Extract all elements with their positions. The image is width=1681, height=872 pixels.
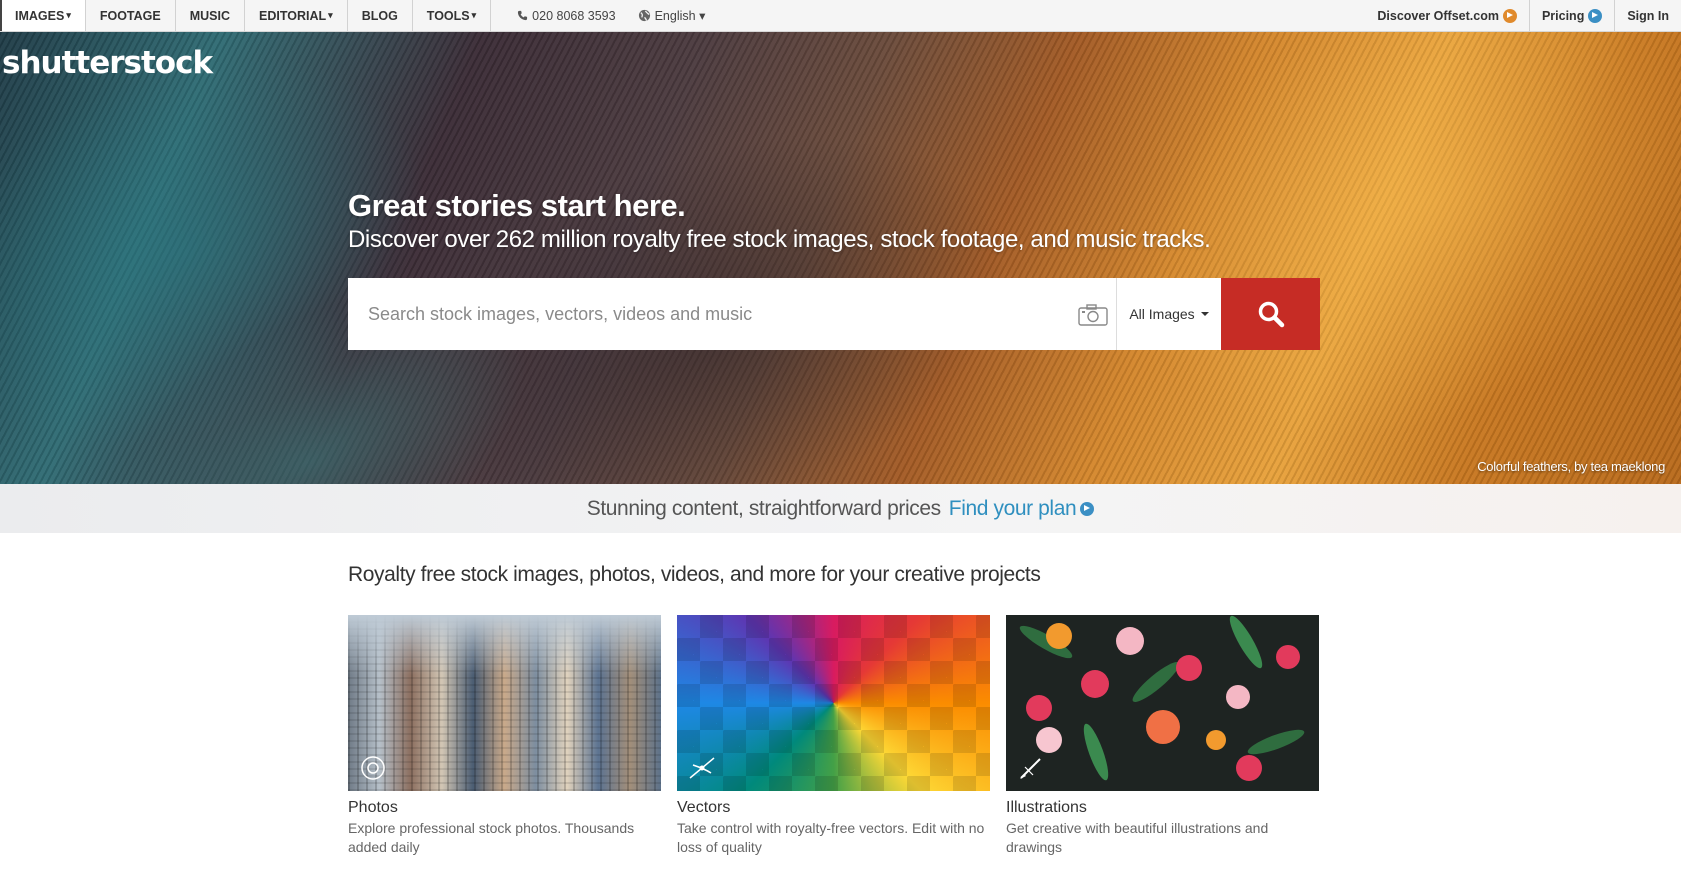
pricing-strip: Stunning content, straightforward prices… (0, 484, 1681, 533)
flower-decoration (1236, 755, 1262, 781)
nav-footage-label: FOOTAGE (99, 8, 161, 23)
search-input[interactable] (348, 278, 1116, 350)
flower-decoration (1116, 627, 1144, 655)
shutterstock-logo[interactable]: shutterstock (2, 45, 213, 81)
nav-blog-label: BLOG (361, 8, 398, 23)
nav-blog[interactable]: BLOG (348, 0, 413, 31)
language-label: English ▾ (654, 9, 706, 23)
nav-images[interactable]: IMAGES ▾ (0, 0, 86, 31)
photo-icon (361, 756, 385, 780)
card-title[interactable]: Photos (348, 799, 661, 817)
find-plan-label: Find your plan (948, 496, 1077, 520)
nav-images-label: IMAGES (15, 8, 65, 23)
nav-editorial-label: EDITORIAL (259, 8, 327, 23)
flower-decoration (1081, 670, 1109, 698)
phone-number[interactable]: 020 8068 3593 (491, 0, 625, 31)
pricing-link-label: Pricing (1541, 8, 1585, 23)
leaf-decoration (1224, 615, 1268, 672)
image-credit[interactable]: Colorful feathers, by tea maeklong (1477, 459, 1665, 474)
card-description: Take control with royalty-free vectors. … (677, 820, 985, 855)
globe-icon (638, 9, 650, 22)
nav-tools-label: TOOLS (426, 8, 470, 23)
pricing-strip-text: Stunning content, straightforward prices (586, 496, 941, 520)
flower-decoration (1036, 727, 1062, 753)
nav-editorial[interactable]: EDITORIAL ▾ (245, 0, 348, 31)
illustrations-thumbnail[interactable] (1006, 615, 1319, 791)
chevron-down-icon: ▾ (66, 10, 71, 20)
category-cards: Photos Explore professional stock photos… (348, 615, 1319, 857)
phone-label: 020 8068 3593 (532, 8, 616, 23)
nav-music[interactable]: MUSIC (176, 0, 246, 31)
top-nav: IMAGES ▾ FOOTAGE MUSIC EDITORIAL ▾ BLOG TO… (0, 0, 1681, 32)
flower-decoration (1026, 695, 1052, 721)
chevron-down-icon: ▾ (471, 10, 477, 20)
vectors-thumbnail[interactable] (677, 615, 990, 791)
card-vectors[interactable]: Vectors Take control with royalty-free v… (677, 615, 990, 857)
chevron-down-icon: ▾ (328, 10, 333, 20)
leaf-decoration (1079, 721, 1113, 783)
nav-footage[interactable]: FOOTAGE (86, 0, 176, 31)
phone-icon (518, 10, 528, 21)
search-type-dropdown[interactable]: All Images (1116, 278, 1221, 350)
offset-link[interactable]: Discover Offset.com (1365, 0, 1529, 31)
flower-decoration (1146, 710, 1180, 744)
pricing-link[interactable]: Pricing (1528, 0, 1614, 31)
flower-decoration (1226, 685, 1250, 709)
photos-thumbnail[interactable] (348, 615, 661, 791)
card-description: Get creative with beautiful illustration… (1006, 820, 1269, 855)
offset-link-label: Discover Offset.com (1377, 8, 1499, 23)
card-title[interactable]: Vectors (677, 799, 990, 817)
flower-decoration (1176, 655, 1202, 681)
vector-pen-icon (689, 757, 715, 779)
hero-banner: shutterstock Great stories start here. D… (0, 32, 1681, 484)
nav-music-label: MUSIC (189, 8, 231, 23)
hero-feather-shade (1056, 32, 1681, 484)
flower-decoration (1276, 645, 1300, 669)
search-input-wrap (348, 278, 1116, 350)
card-photos[interactable]: Photos Explore professional stock photos… (348, 615, 661, 857)
card-title[interactable]: Illustrations (1006, 799, 1319, 817)
hero-headline: Great stories start here. (348, 188, 686, 223)
nav-tools[interactable]: TOOLS ▾ (413, 0, 492, 31)
search-bar: All Images (348, 278, 1320, 350)
card-description: Explore professional stock photos. Thous… (348, 820, 635, 855)
hero-subline: Discover over 262 million royalty free s… (348, 226, 1211, 253)
flower-decoration (1046, 623, 1072, 649)
signin-link[interactable]: Sign In (1614, 0, 1681, 31)
brush-icon (1020, 758, 1041, 779)
camera-icon[interactable] (1078, 304, 1108, 326)
search-type-label: All Images (1129, 306, 1195, 322)
search-button[interactable] (1221, 278, 1320, 350)
flower-decoration (1206, 730, 1226, 750)
caret-down-icon (1200, 312, 1209, 316)
signin-label: Sign In (1627, 8, 1669, 23)
arrow-circle-icon (1080, 501, 1095, 516)
find-plan-link[interactable]: Find your plan (948, 496, 1095, 521)
arrow-circle-icon (1502, 8, 1517, 23)
leaf-decoration (1245, 725, 1307, 759)
language-selector[interactable]: English ▾ (626, 0, 716, 31)
arrow-circle-icon (1588, 8, 1603, 23)
card-illustrations[interactable]: Illustrations Get creative with beautifu… (1006, 615, 1319, 857)
search-icon (1258, 301, 1284, 328)
section-title: Royalty free stock images, photos, video… (348, 563, 1041, 586)
